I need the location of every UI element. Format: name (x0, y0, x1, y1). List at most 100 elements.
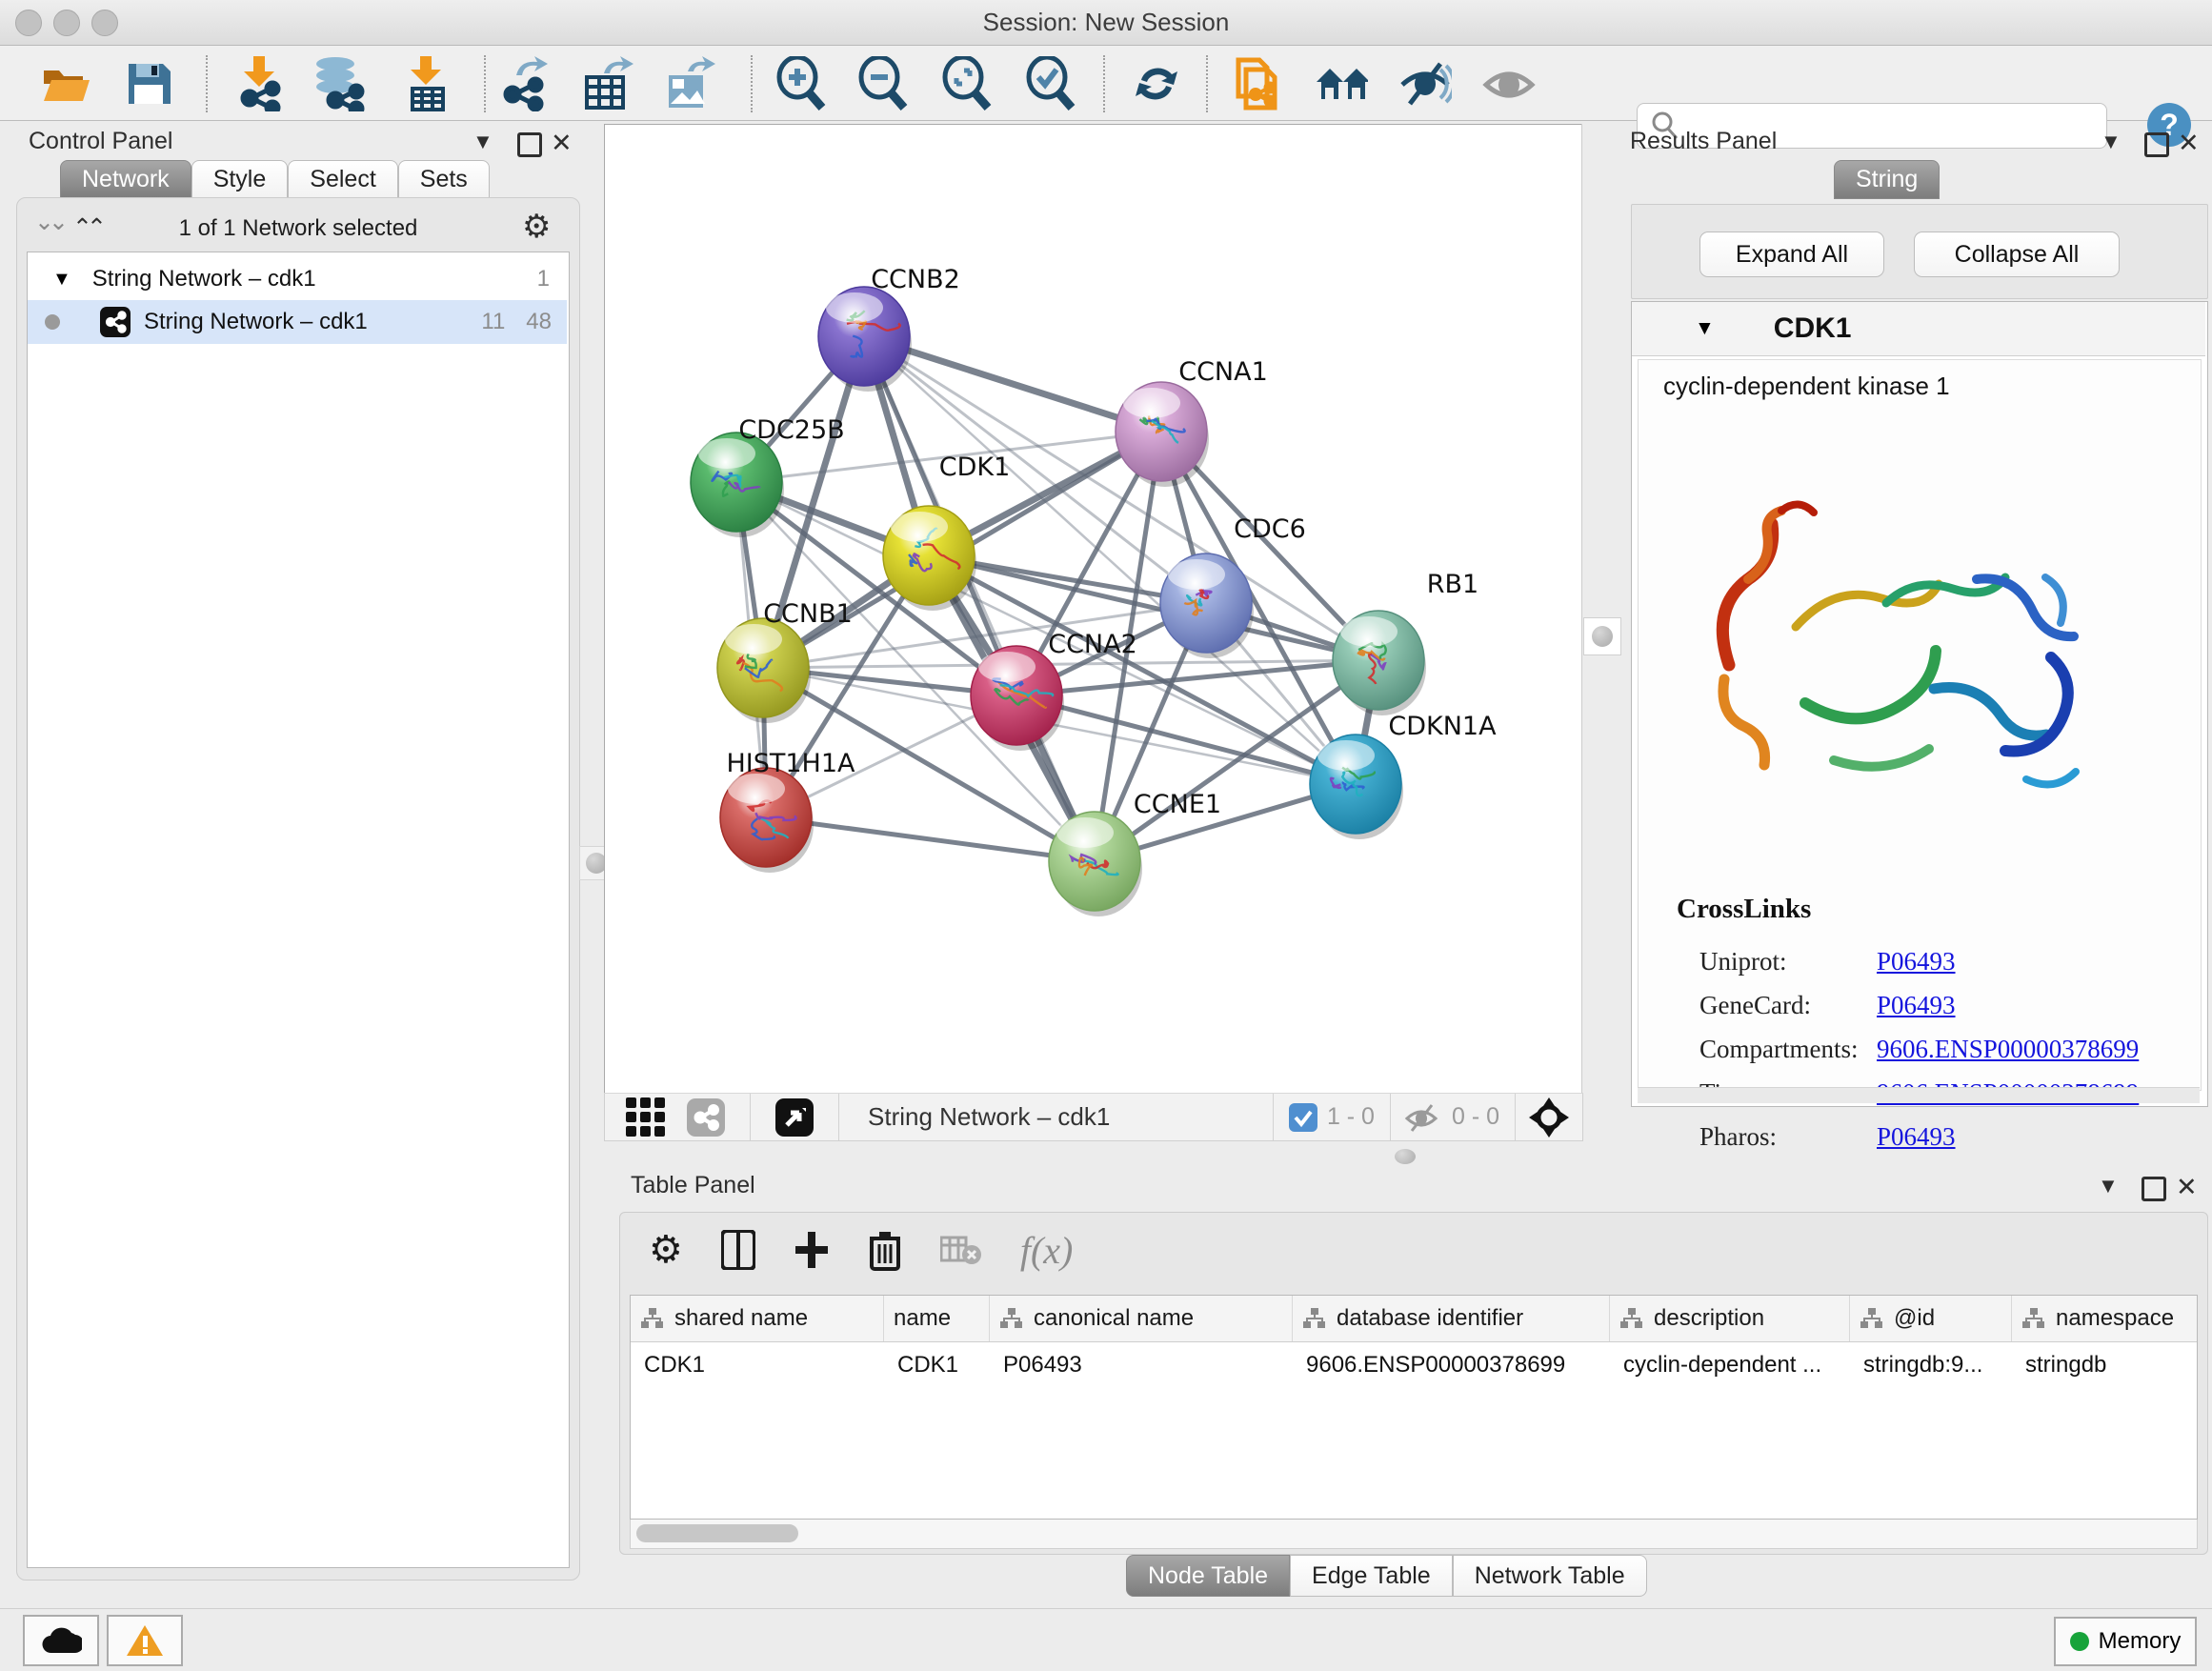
network-edge[interactable] (1016, 660, 1378, 695)
results-scrollbar-track[interactable] (1638, 1087, 2200, 1103)
show-all-icon[interactable] (1482, 57, 1536, 111)
column-header[interactable]: canonical name (990, 1296, 1293, 1341)
zoom-fit-icon[interactable] (939, 57, 993, 111)
export-table-icon[interactable] (581, 57, 634, 111)
panel-menu-icon[interactable]: ▼ (473, 130, 493, 154)
gene-card-header[interactable]: ▼ CDK1 (1632, 302, 2205, 356)
column-header[interactable]: database identifier (1293, 1296, 1610, 1341)
tab-string[interactable]: String (1834, 160, 1940, 199)
network-node-hist1h1a[interactable]: HIST1H1A (720, 749, 855, 873)
table-tabs: Node TableEdge TableNetwork Table (1126, 1555, 1647, 1597)
title-bar: Session: New Session (0, 0, 2212, 46)
import-network-file-icon[interactable] (232, 57, 286, 111)
network-canvas[interactable]: CCNB2CCNA1CDC25BCDK1CDC6RB1CCNB1CCNA2CDK… (604, 124, 1582, 1095)
tab-style[interactable]: Style (191, 160, 289, 199)
clone-network-icon[interactable] (1231, 57, 1284, 111)
table-cell[interactable]: P06493 (990, 1342, 1293, 1388)
panel-float-icon[interactable] (2144, 132, 2169, 157)
network-label: String Network – cdk1 (144, 309, 368, 335)
zoom-out-icon[interactable] (855, 57, 909, 111)
table-scrollbar-thumb[interactable] (636, 1524, 798, 1542)
table-cell[interactable]: cyclin-dependent ... (1610, 1342, 1850, 1388)
crosslinks-title: CrossLinks (1677, 894, 1811, 925)
tab-node-table[interactable]: Node Table (1126, 1555, 1290, 1597)
string-network-graph[interactable]: CCNB2CCNA1CDC25BCDK1CDC6RB1CCNB1CCNA2CDK… (605, 125, 1582, 1094)
column-header[interactable]: shared name (631, 1296, 884, 1341)
network-node-rb1[interactable]: RB1 (1333, 570, 1478, 715)
network-edge[interactable] (766, 817, 1095, 861)
panel-close-icon[interactable]: ✕ (551, 129, 573, 158)
import-network-database-icon[interactable] (312, 57, 366, 111)
table-cell[interactable]: stringdb (2012, 1342, 2198, 1388)
table-scrollbar-track[interactable] (630, 1520, 2198, 1549)
hide-selected-icon[interactable] (1398, 57, 1452, 111)
center-view-icon[interactable] (1529, 1097, 1569, 1137)
refresh-layout-icon[interactable] (1130, 57, 1183, 111)
network-collection-row[interactable]: ▼ String Network – cdk1 1 (28, 258, 567, 300)
right-splitter-handle[interactable] (1583, 617, 1621, 655)
open-in-browser-icon[interactable] (775, 1098, 814, 1137)
network-node-ccnb1[interactable]: CCNB1 (717, 599, 853, 723)
show-columns-icon[interactable] (721, 1230, 755, 1270)
string-settings-icon[interactable] (687, 1098, 725, 1137)
column-header[interactable]: namespace (2012, 1296, 2198, 1341)
tree-expander-icon[interactable]: ▼ (52, 269, 71, 291)
network-node-cdkn1a[interactable]: CDKN1A (1310, 712, 1497, 839)
memory-button[interactable]: Memory (2054, 1617, 2197, 1666)
table-cell[interactable]: CDK1 (884, 1342, 990, 1388)
panel-float-icon[interactable] (2142, 1177, 2166, 1201)
collapse-all-button[interactable]: Collapse All (1914, 232, 2120, 277)
hidden-elements-icon[interactable] (1404, 1102, 1442, 1133)
network-node-ccna1[interactable]: CCNA1 (1116, 357, 1268, 487)
gene-card-expander-icon[interactable]: ▼ (1695, 317, 1715, 340)
tab-edge-table[interactable]: Edge Table (1290, 1555, 1453, 1597)
table-row[interactable]: CDK1CDK1P064939606.ENSP00000378699cyclin… (631, 1342, 2197, 1388)
table-cell[interactable]: 9606.ENSP00000378699 (1293, 1342, 1610, 1388)
node-label: CCNA2 (1048, 630, 1137, 659)
zoom-in-icon[interactable] (774, 57, 827, 111)
table-cell[interactable]: stringdb:9... (1850, 1342, 2012, 1388)
expand-all-button[interactable]: Expand All (1699, 232, 1884, 277)
crosslink-value-link[interactable]: 9606.ENSP00000378699 (1877, 1035, 2139, 1064)
export-image-icon[interactable] (663, 57, 716, 111)
cloud-status-button[interactable] (23, 1615, 99, 1666)
export-network-icon[interactable] (499, 57, 553, 111)
table-settings-gear-icon[interactable]: ⚙ (649, 1228, 683, 1272)
warnings-button[interactable] (107, 1615, 183, 1666)
network-node-ccne1[interactable]: CCNE1 (1049, 790, 1221, 916)
table-header-row[interactable]: shared namenamecanonical namedatabase id… (631, 1296, 2197, 1342)
toolbar-separator (1206, 55, 1208, 112)
tab-sets[interactable]: Sets (398, 160, 490, 199)
open-session-icon[interactable] (40, 57, 93, 111)
column-header[interactable]: name (884, 1296, 990, 1341)
zoom-selected-icon[interactable] (1023, 57, 1076, 111)
table-cell[interactable]: CDK1 (631, 1342, 884, 1388)
bottom-splitter-handle[interactable] (1395, 1149, 1416, 1164)
import-table-file-icon[interactable] (400, 57, 453, 111)
string-homes-icon[interactable] (1315, 57, 1368, 111)
tab-network-table[interactable]: Network Table (1453, 1555, 1647, 1597)
crosslink-value-link[interactable]: P06493 (1877, 1122, 1956, 1152)
crosslink-value-link[interactable]: P06493 (1877, 991, 1956, 1020)
birds-eye-view-icon[interactable] (626, 1097, 666, 1137)
panel-close-icon[interactable]: ✕ (2176, 1173, 2198, 1202)
network-node-ccnb2[interactable]: CCNB2 (818, 265, 960, 392)
create-column-icon[interactable] (794, 1230, 830, 1270)
panel-close-icon[interactable]: ✕ (2178, 129, 2200, 158)
network-options-gear-icon[interactable]: ⚙ (522, 208, 551, 246)
delete-columns-icon[interactable] (868, 1229, 902, 1271)
panel-float-icon[interactable] (517, 132, 542, 157)
network-edge[interactable] (1016, 695, 1356, 784)
save-session-icon[interactable] (122, 57, 175, 111)
tab-network[interactable]: Network (60, 160, 191, 199)
crosslink-value-link[interactable]: P06493 (1877, 947, 1956, 976)
column-header[interactable]: description (1610, 1296, 1850, 1341)
selected-nodes-checkbox-icon[interactable] (1289, 1103, 1317, 1132)
network-edge[interactable] (864, 336, 1378, 660)
panel-menu-icon[interactable]: ▼ (2101, 130, 2122, 154)
tab-select[interactable]: Select (288, 160, 397, 199)
panel-menu-icon[interactable]: ▼ (2098, 1174, 2119, 1198)
network-row-selected[interactable]: String Network – cdk1 11 48 (28, 300, 567, 344)
column-header[interactable]: @id (1850, 1296, 2012, 1341)
crosslink-label: GeneCard: (1699, 991, 1877, 1020)
